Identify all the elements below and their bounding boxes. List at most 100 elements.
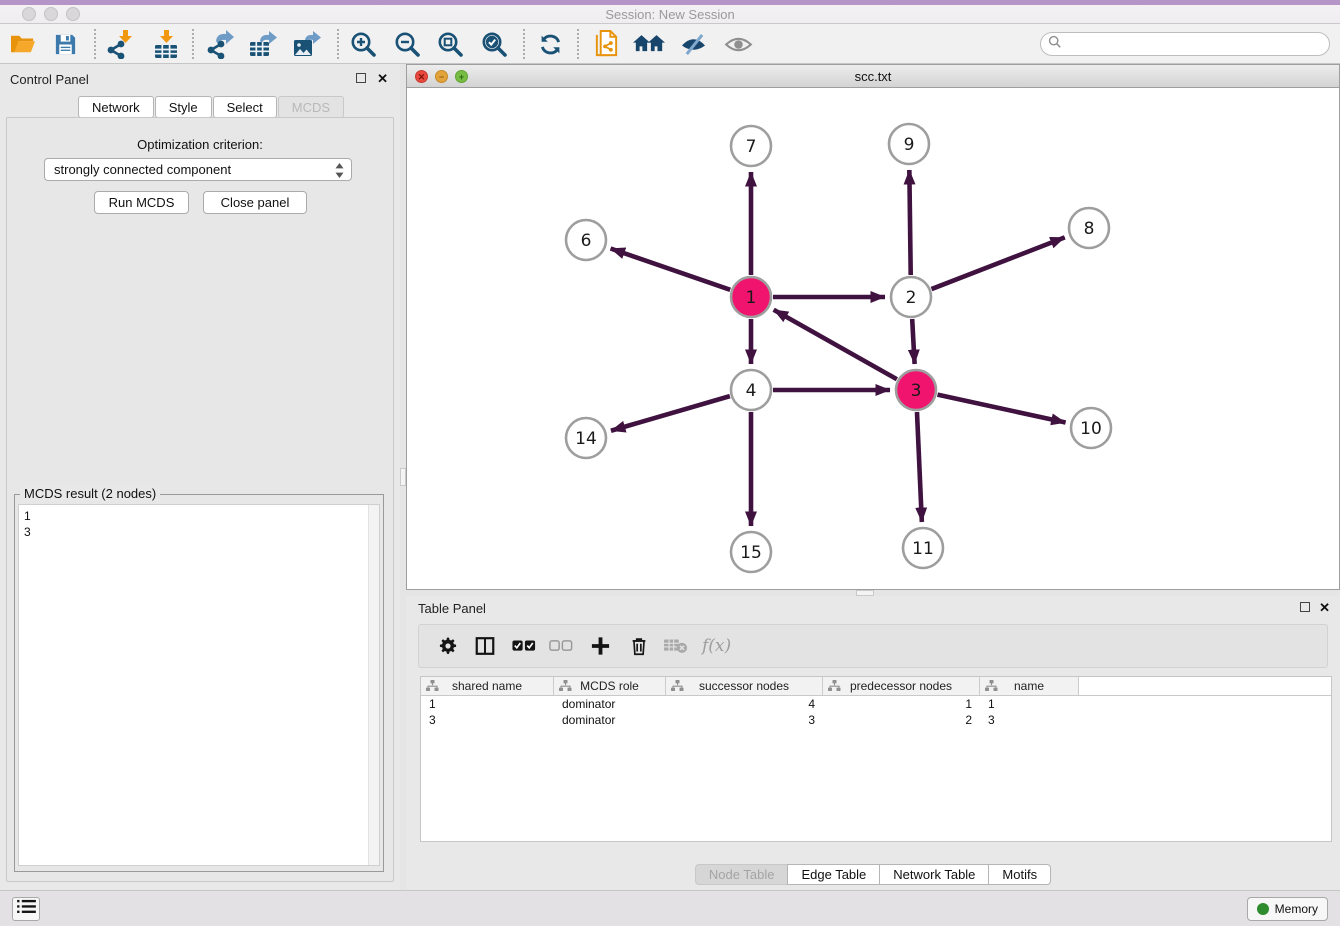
table-panel-tabs: Node TableEdge TableNetwork TableMotifs [406, 864, 1340, 885]
refresh-icon[interactable] [533, 27, 567, 61]
node-table[interactable]: shared nameMCDS rolesuccessor nodesprede… [420, 676, 1332, 842]
graph-node-4[interactable]: 4 [731, 370, 771, 410]
zoom-out-icon[interactable] [390, 27, 424, 61]
network-window-titlebar[interactable]: ✕ − + scc.txt [407, 65, 1339, 88]
memory-button[interactable]: Memory [1247, 897, 1328, 921]
tab-motifs[interactable]: Motifs [988, 864, 1051, 885]
application-window: Session: New Session [0, 0, 1340, 926]
graph-node-1[interactable]: 1 [731, 277, 771, 317]
graph-edge-3-1[interactable] [774, 310, 897, 379]
table-cell[interactable]: 3 [666, 712, 823, 728]
tab-network[interactable]: Network [78, 96, 154, 118]
window-title: Session: New Session [0, 7, 1340, 22]
export-image-icon[interactable] [289, 27, 323, 61]
table-cell[interactable]: 1 [823, 696, 980, 712]
graph-edge-2-9[interactable] [909, 170, 910, 275]
show-eye-icon[interactable] [721, 27, 755, 61]
table-cell[interactable]: 4 [666, 696, 823, 712]
mcds-result-list: 13 [18, 504, 380, 866]
mcds-result-title: MCDS result (2 nodes) [20, 486, 160, 501]
toolbar-separator [523, 29, 525, 59]
table-cell[interactable]: dominator [554, 712, 666, 728]
tab-mcds[interactable]: MCDS [278, 96, 344, 118]
save-session-icon[interactable] [48, 27, 82, 61]
graph-node-3[interactable]: 3 [896, 370, 936, 410]
main-toolbar [0, 24, 1340, 64]
graph-node-11[interactable]: 11 [903, 528, 943, 568]
graph-node-2[interactable]: 2 [891, 277, 931, 317]
table-cell[interactable]: 2 [823, 712, 980, 728]
run-mcds-button[interactable]: Run MCDS [94, 191, 189, 214]
tab-select[interactable]: Select [213, 96, 277, 118]
column-header-predecessor-nodes[interactable]: predecessor nodes [823, 677, 980, 695]
hide-eye-icon[interactable] [676, 27, 710, 61]
delete-column-icon[interactable] [628, 635, 650, 657]
svg-text:10: 10 [1080, 419, 1102, 439]
gear-icon[interactable] [438, 636, 458, 656]
deselect-all-icon[interactable] [549, 640, 573, 653]
zoom-selected-icon[interactable] [477, 27, 511, 61]
graph-node-10[interactable]: 10 [1071, 408, 1111, 448]
graph-node-7[interactable]: 7 [731, 126, 771, 166]
graph-edge-4-14[interactable] [611, 396, 730, 431]
close-panel-icon[interactable]: ✕ [377, 71, 388, 87]
export-network-icon[interactable] [202, 27, 236, 61]
graph-edge-3-10[interactable] [937, 395, 1065, 423]
tab-edge-table[interactable]: Edge Table [787, 864, 879, 885]
tab-style[interactable]: Style [155, 96, 212, 118]
graph-edge-2-3[interactable] [912, 319, 914, 364]
graph-edge-1-6[interactable] [611, 248, 731, 289]
zoom-fit-icon[interactable] [433, 27, 467, 61]
criterion-dropdown[interactable]: strongly connected component [44, 158, 352, 181]
network-canvas[interactable]: 7 9 6 8 1 2 4 3 14 10 15 11 [407, 88, 1339, 589]
column-header-mcds-role[interactable]: MCDS role [554, 677, 666, 695]
table-cell[interactable]: 3 [421, 712, 554, 728]
split-columns-icon[interactable] [474, 635, 496, 657]
graph-node-6[interactable]: 6 [566, 220, 606, 260]
tab-node-table[interactable]: Node Table [695, 864, 788, 885]
share-document-icon[interactable] [589, 27, 623, 61]
table-cell[interactable]: 1 [980, 696, 1079, 712]
close-table-panel-icon[interactable]: ✕ [1319, 600, 1330, 616]
table-panel-title: Table Panel [418, 601, 486, 616]
close-panel-button[interactable]: Close panel [203, 191, 307, 214]
table-row[interactable]: 1dominator411 [421, 696, 1331, 712]
open-folder-icon[interactable] [6, 27, 40, 61]
tab-network-table[interactable]: Network Table [879, 864, 988, 885]
column-header-successor-nodes[interactable]: successor nodes [666, 677, 823, 695]
zoom-in-icon[interactable] [346, 27, 380, 61]
node-table-body[interactable]: 1dominator4113dominator323 [421, 696, 1331, 728]
select-all-icon[interactable] [512, 640, 536, 653]
svg-text:15: 15 [740, 543, 762, 563]
graph-node-9[interactable]: 9 [889, 124, 929, 164]
column-header-name[interactable]: name [980, 677, 1079, 695]
search-field[interactable] [1040, 32, 1330, 56]
import-network-icon[interactable] [102, 27, 136, 61]
float-panel-icon[interactable] [356, 71, 366, 86]
svg-text:2: 2 [906, 288, 917, 308]
graph-edge-2-8[interactable] [932, 237, 1065, 289]
search-input[interactable] [1062, 35, 1329, 53]
svg-text:4: 4 [746, 381, 757, 401]
search-icon [1048, 35, 1062, 54]
result-scrollbar[interactable] [368, 505, 379, 865]
table-cell[interactable]: 1 [421, 696, 554, 712]
network-window-title: scc.txt [407, 69, 1339, 84]
node-table-header[interactable]: shared nameMCDS rolesuccessor nodesprede… [421, 677, 1331, 696]
table-cell[interactable]: 3 [980, 712, 1079, 728]
table-cell[interactable]: dominator [554, 696, 666, 712]
home-icon[interactable] [632, 27, 666, 61]
float-table-panel-icon[interactable] [1300, 600, 1310, 615]
graph-node-15[interactable]: 15 [731, 532, 771, 572]
toolbar-separator [94, 29, 96, 59]
table-row[interactable]: 3dominator323 [421, 712, 1331, 728]
optimization-criterion-label: Optimization criterion: [0, 137, 400, 152]
add-column-icon[interactable] [590, 636, 611, 657]
graph-node-14[interactable]: 14 [566, 418, 606, 458]
task-list-button[interactable] [12, 897, 40, 921]
graph-node-8[interactable]: 8 [1069, 208, 1109, 248]
import-table-icon[interactable] [149, 27, 183, 61]
export-table-icon[interactable] [245, 27, 279, 61]
column-header-shared-name[interactable]: shared name [421, 677, 554, 695]
graph-edge-3-11[interactable] [917, 412, 922, 522]
